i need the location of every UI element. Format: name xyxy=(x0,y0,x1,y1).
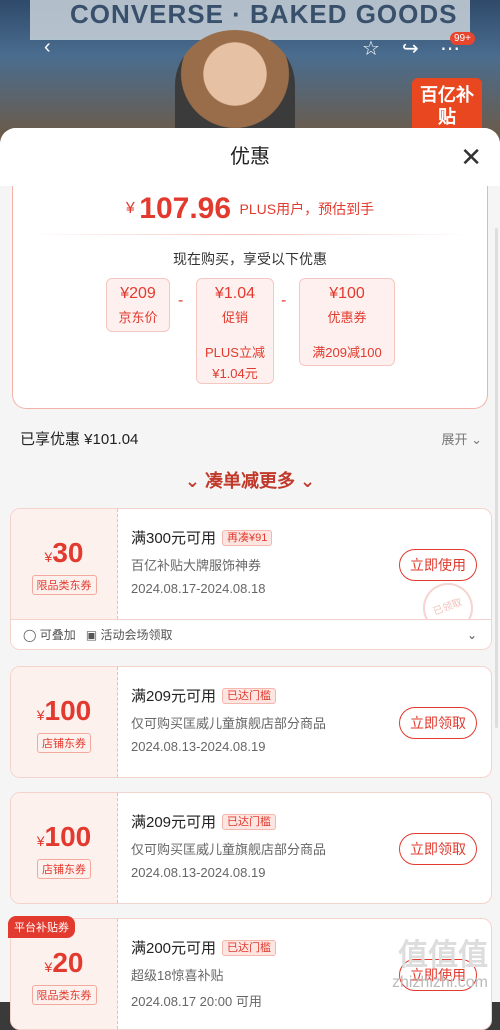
calc-box-coupon: ¥100 优惠券 满209减100 xyxy=(299,278,395,366)
subsidy-badge: 百亿补贴 xyxy=(412,78,482,134)
stackable-label: 可叠加 xyxy=(39,628,76,642)
platform-subsidy-tag: 平台补贴券 xyxy=(8,916,75,938)
back-icon[interactable]: ‹ xyxy=(44,36,51,59)
coupon-type: 店铺东券 xyxy=(37,859,91,879)
venue-label: 活动会场领取 xyxy=(100,628,173,642)
venue-icon: ▣ xyxy=(85,628,98,642)
sheet-header: 优惠 ✕ xyxy=(0,128,500,186)
saved-amount: 已享优惠 ¥101.04 xyxy=(20,431,139,448)
calc-label: 优惠券 xyxy=(327,310,367,325)
expand-label: 展开 xyxy=(441,432,468,447)
coupon-type: 店铺东券 xyxy=(37,733,91,753)
minus-sign: - xyxy=(281,292,287,309)
calc-label: 京东价 xyxy=(118,310,158,325)
message-count-badge: 99+ xyxy=(450,32,475,45)
saved-discount-row: 已享优惠 ¥101.04 展开 ⌄ xyxy=(0,409,500,471)
coupon-card: ¥30 限品类东券 满300元可用 再凑¥91 百亿补贴大牌服饰神券 2024.0… xyxy=(10,508,492,650)
expand-button[interactable]: 展开 ⌄ xyxy=(441,409,482,471)
coupon-value: 100 xyxy=(44,695,92,726)
scrollbar[interactable] xyxy=(495,228,498,728)
watermark-logo: 值值值 xyxy=(398,939,488,972)
coupon-type: 限品类东券 xyxy=(31,985,97,1005)
chevron-down-icon: ⌄ xyxy=(184,471,200,491)
divider xyxy=(27,234,473,235)
coupon-threshold: 满209元可用 xyxy=(131,688,217,705)
chevron-down-icon: ⌄ xyxy=(471,432,482,447)
coupon-threshold: 满300元可用 xyxy=(131,530,217,547)
more-deals-label: 凑单减更多 xyxy=(205,471,295,491)
claim-coupon-button[interactable]: 立即领取 xyxy=(399,707,477,739)
coupon-amount: ¥30 xyxy=(11,537,117,569)
product-photo xyxy=(175,30,295,140)
coupon-value: 30 xyxy=(52,537,84,568)
stackable-icon: ◯ xyxy=(23,628,37,642)
currency-symbol: ¥ xyxy=(36,833,45,849)
coupon-badge: 已达门槛 xyxy=(222,940,277,956)
calc-label: 促销 xyxy=(221,310,248,325)
coupon-amount: ¥20 xyxy=(11,947,117,979)
coupon-description: 仅可购买匡威儿童旗舰店部分商品 xyxy=(131,842,327,857)
calc-subtitle: 现在购买，享受以下优惠 xyxy=(173,251,327,267)
estimated-price: ¥ 107.96 PLUS用户，预估到手 xyxy=(13,186,487,226)
share-icon[interactable]: ↪ xyxy=(402,36,419,61)
coupon-info: 满209元可用 已达门槛 仅可购买匡威儿童旗舰店部分商品 2024.08.13-2… xyxy=(131,811,326,880)
coupon-value-area: ¥30 限品类东券 xyxy=(11,509,118,619)
coupon-validity: 2024.08.13-2024.08.19 xyxy=(131,739,266,754)
minus-sign: - xyxy=(178,292,184,309)
coupon-description: 超级18惊喜补贴 xyxy=(131,968,224,983)
coupon-type: 限品类东券 xyxy=(31,575,97,595)
claim-coupon-button[interactable]: 立即领取 xyxy=(399,833,477,865)
coupon-description: 百亿补贴大牌服饰神券 xyxy=(131,558,262,573)
price-value: 107.96 xyxy=(139,192,232,225)
watermark-url: zhizhizhi.com xyxy=(391,974,488,991)
coupon-info: 满209元可用 已达门槛 仅可购买匡威儿童旗舰店部分商品 2024.08.13-2… xyxy=(131,685,326,754)
coupon-value-area: ¥100 店铺东券 xyxy=(11,793,118,903)
coupon-value: 20 xyxy=(52,947,84,978)
coupon-value: 100 xyxy=(44,821,92,852)
coupon-threshold: 满200元可用 xyxy=(131,940,217,957)
sheet-title: 优惠 xyxy=(230,146,270,168)
coupon-card: ¥100 店铺东券 满209元可用 已达门槛 仅可购买匡威儿童旗舰店部分商品 20… xyxy=(10,792,492,904)
coupon-validity: 2024.08.17 20:00 可用 xyxy=(131,994,262,1009)
coupon-validity: 2024.08.17-2024.08.18 xyxy=(131,581,266,596)
watermark: 值值值 zhizhizhi.com xyxy=(392,930,488,992)
close-icon[interactable]: ✕ xyxy=(460,128,482,186)
price-tag: PLUS用户，预估到手 xyxy=(239,201,375,217)
coupon-description: 仅可购买匡威儿童旗舰店部分商品 xyxy=(131,716,327,731)
coupon-amount: ¥100 xyxy=(11,821,117,853)
use-coupon-button[interactable]: 立即使用 xyxy=(399,549,477,581)
coupon-validity: 2024.08.13-2024.08.19 xyxy=(131,865,266,880)
coupon-footer: ◯ 可叠加 ▣ 活动会场领取 ⌄ xyxy=(11,619,491,649)
coupon-badge: 已达门槛 xyxy=(222,814,277,830)
product-background: CONVERSE · BAKED GOODS 百亿补贴 xyxy=(0,0,500,140)
calc-amount: ¥209 xyxy=(120,285,156,302)
calc-box-jd-price: ¥209 京东价 xyxy=(106,278,170,332)
currency-symbol: ¥ xyxy=(36,707,45,723)
chevron-down-icon: ⌄ xyxy=(300,471,316,491)
coupon-value-area: ¥100 店铺东券 xyxy=(11,667,118,777)
currency-symbol: ¥ xyxy=(125,200,135,217)
favorite-star-icon[interactable]: ☆ xyxy=(362,36,380,61)
chevron-down-icon[interactable]: ⌄ xyxy=(467,620,477,649)
calc-amount: ¥1.04 xyxy=(214,285,256,302)
coupon-card: ¥100 店铺东券 满209元可用 已达门槛 仅可购买匡威儿童旗舰店部分商品 20… xyxy=(10,666,492,778)
calc-detail: 满209减100 xyxy=(312,345,382,360)
coupon-badge: 再凑¥91 xyxy=(222,530,273,546)
calc-detail: PLUS立减 xyxy=(205,345,265,360)
calc-detail: ¥1.04元 xyxy=(212,366,258,381)
price-summary-card: ¥ 107.96 PLUS用户，预估到手 现在购买，享受以下优惠 ¥209 京东… xyxy=(12,186,488,409)
coupon-threshold: 满209元可用 xyxy=(131,814,217,831)
calc-amount: ¥100 xyxy=(329,285,365,302)
coupon-amount: ¥100 xyxy=(11,695,117,727)
coupon-info: 满200元可用 已达门槛 超级18惊喜补贴 2024.08.17 20:00 可用 xyxy=(131,937,277,1010)
coupon-badge: 已达门槛 xyxy=(222,688,277,704)
coupon-info: 满300元可用 再凑¥91 百亿补贴大牌服饰神券 2024.08.17-2024.… xyxy=(131,527,273,596)
calc-box-promotion: ¥1.04 促销 PLUS立减 ¥1.04元 xyxy=(196,278,274,384)
